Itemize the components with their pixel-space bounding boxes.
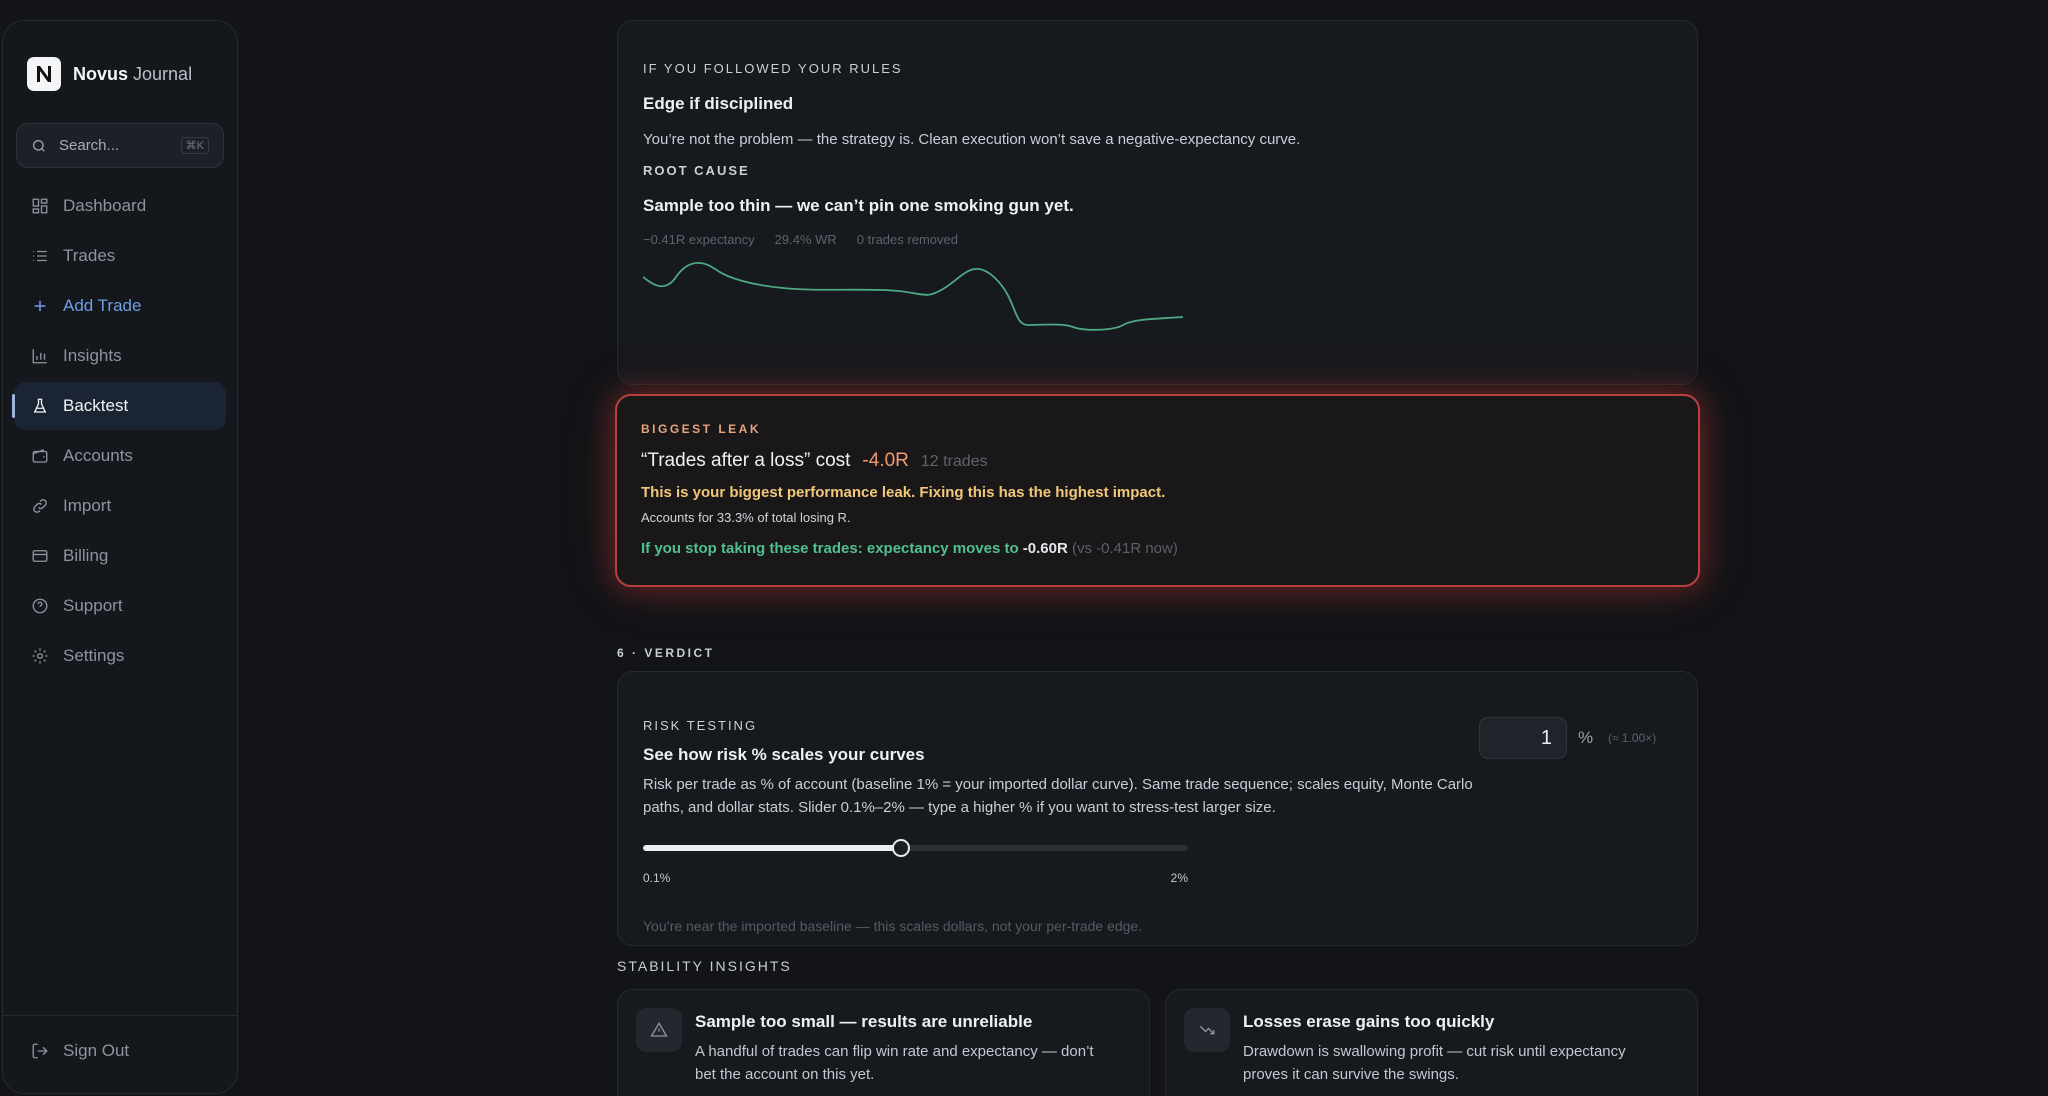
list-icon <box>33 250 47 262</box>
search-shortcut: ⌘K <box>180 137 209 154</box>
sidebar-item-support[interactable]: Support <box>14 582 226 630</box>
wallet-icon <box>32 449 48 463</box>
leak-cost: -4.0R <box>862 450 909 471</box>
slider-max-label: 2% <box>1170 871 1188 885</box>
brand-name: Novus Journal <box>73 64 192 85</box>
risk-slider-ticks: 0.1% 2% <box>643 871 1188 885</box>
leak-trades: 12 trades <box>920 453 988 470</box>
root-cause-label: ROOT CAUSE <box>643 163 750 178</box>
flask-icon <box>33 398 47 413</box>
bar-chart-icon <box>32 349 47 364</box>
risk-percent-input[interactable]: 1 <box>1479 717 1567 759</box>
sign-out-button[interactable]: Sign Out <box>14 1027 129 1075</box>
sidebar-item-label: Import <box>63 496 112 515</box>
warning-icon <box>636 1008 682 1052</box>
search-icon <box>33 139 45 152</box>
sidebar-item-insights[interactable]: Insights <box>14 332 226 380</box>
sidebar-item-add-trade[interactable]: Add Trade <box>14 282 226 330</box>
brand-name-bold: Novus <box>73 63 129 84</box>
sidebar-item-label: Trades <box>63 246 116 265</box>
stability-card-title: Losses erase gains too quickly <box>1243 1012 1495 1031</box>
sidebar-item-backtest[interactable]: Backtest <box>12 382 226 430</box>
risk-slider-fill <box>643 845 902 851</box>
sidebar-item-label: Accounts <box>63 446 133 465</box>
risk-eyebrow: RISK TESTING <box>643 718 758 733</box>
edge-heading: Edge if disciplined <box>643 94 794 113</box>
stability-label: STABILITY INSIGHTS <box>617 958 792 974</box>
leak-title: “Trades after a loss” cost <box>641 450 851 471</box>
sidebar-item-accounts[interactable]: Accounts <box>14 432 226 480</box>
credit-card-icon <box>32 550 48 562</box>
leak-fix-vs: (vs -0.41R now) <box>1071 540 1178 557</box>
sign-out-label: Sign Out <box>63 1040 130 1060</box>
risk-slider[interactable] <box>643 839 1188 857</box>
slider-min-label: 0.1% <box>643 871 671 885</box>
search-input[interactable]: Search... ⌘K <box>16 123 224 168</box>
risk-slider-thumb[interactable] <box>892 839 911 857</box>
plus-icon <box>34 300 46 312</box>
sidebar-item-settings[interactable]: Settings <box>14 632 226 680</box>
diagnosis-card: IF YOU FOLLOWED YOUR RULES Edge if disci… <box>617 20 1698 385</box>
leak-accounts: Accounts for 33.3% of total losing R. <box>641 510 851 525</box>
trending-down-icon <box>1184 1008 1230 1052</box>
sidebar-item-label: Backtest <box>63 396 129 415</box>
brand-name-light: Journal <box>133 63 193 84</box>
sign-out-icon <box>32 1043 48 1058</box>
risk-body: Risk per trade as % of account (baseline… <box>643 776 1473 816</box>
diagnosis-stats: −0.41R expectancy 29.4% WR 0 trades remo… <box>643 232 1672 247</box>
biggest-leak-card: BIGGEST LEAK “Trades after a loss” cost … <box>615 394 1700 587</box>
stat-expectancy: −0.41R expectancy <box>643 232 755 247</box>
sidebar-item-label: Settings <box>63 646 125 665</box>
dashboard-icon <box>32 198 48 214</box>
sidebar-item-label: Billing <box>63 546 109 565</box>
sidebar-item-dashboard[interactable]: Dashboard <box>14 182 226 230</box>
equity-sparkline <box>643 262 1184 331</box>
sidebar-item-label: Support <box>63 596 123 615</box>
risk-note: You’re near the imported baseline — this… <box>643 918 1143 934</box>
sidebar-item-label: Insights <box>63 346 122 365</box>
leak-fix-row: If you stop taking these trades: expecta… <box>641 540 1674 557</box>
risk-testing-card: RISK TESTING See how risk % scales your … <box>617 671 1698 946</box>
sidebar: Novus Journal Search... ⌘K Dashboard Tra… <box>2 20 238 1094</box>
stat-winrate: 29.4% WR <box>774 232 837 247</box>
help-circle-icon <box>32 598 48 614</box>
stability-card-title: Sample too small — results are unreliabl… <box>695 1012 1033 1031</box>
sidebar-item-label: Dashboard <box>63 196 147 215</box>
risk-multiplier: (≈ 1.00×) <box>1608 731 1657 745</box>
sidebar-footer: Sign Out <box>3 1015 237 1093</box>
stability-card-losses: Losses erase gains too quickly Drawdown … <box>1165 989 1698 1096</box>
verdict-section-label: 6 · VERDICT <box>617 646 715 660</box>
link-icon <box>33 499 47 513</box>
leak-eyebrow: BIGGEST LEAK <box>641 422 762 436</box>
stat-removed: 0 trades removed <box>856 232 958 247</box>
sidebar-item-label: Add Trade <box>63 296 142 315</box>
stability-card-desc: A handful of trades can flip win rate an… <box>695 1043 1094 1083</box>
leak-fix-value: -0.60R <box>1022 540 1068 557</box>
gear-icon <box>32 648 48 664</box>
risk-percent-unit: % <box>1578 728 1594 747</box>
search-placeholder: Search... <box>59 137 120 154</box>
leak-title-row: “Trades after a loss” cost -4.0R 12 trad… <box>641 450 1674 472</box>
sidebar-item-import[interactable]: Import <box>14 482 226 530</box>
stability-card-desc: Drawdown is swallowing profit — cut risk… <box>1243 1043 1626 1083</box>
stability-card-sample: Sample too small — results are unreliabl… <box>617 989 1150 1096</box>
leak-fix-prefix: If you stop taking these trades: expecta… <box>641 540 1019 557</box>
root-cause-text: Sample too thin — we can’t pin one smoki… <box>643 196 1074 215</box>
risk-heading: See how risk % scales your curves <box>643 745 925 764</box>
leak-warning: This is your biggest performance leak. F… <box>641 484 1166 501</box>
edge-body: You’re not the problem — the strategy is… <box>643 131 1301 148</box>
brand[interactable]: Novus Journal <box>3 21 237 103</box>
sidebar-item-billing[interactable]: Billing <box>14 532 226 580</box>
logo-icon <box>27 57 61 91</box>
sidebar-item-trades[interactable]: Trades <box>14 232 226 280</box>
rules-eyebrow: IF YOU FOLLOWED YOUR RULES <box>643 61 903 76</box>
sidebar-nav: Dashboard Trades Add Trade Insights Back… <box>3 182 237 680</box>
